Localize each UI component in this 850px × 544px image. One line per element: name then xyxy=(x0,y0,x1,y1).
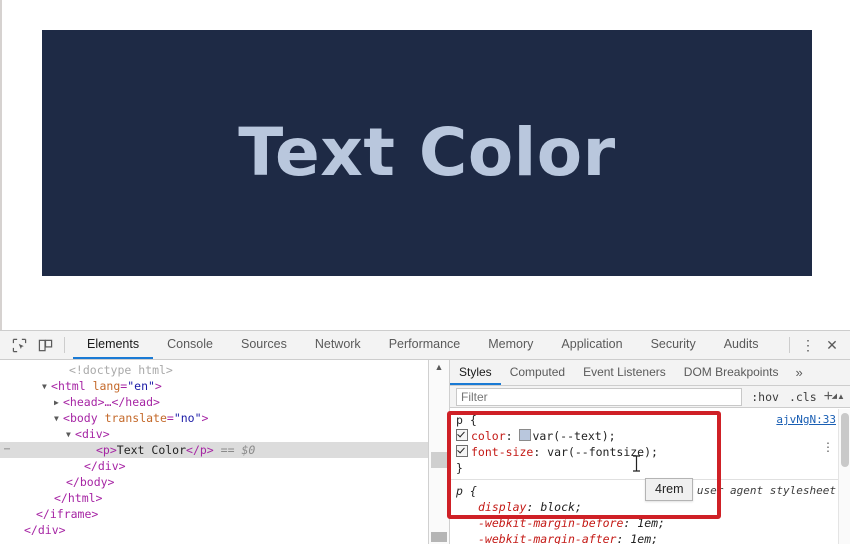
styles-pane: Styles Computed Event Listeners DOM Brea… xyxy=(450,360,850,544)
tab-audits[interactable]: Audits xyxy=(710,331,773,359)
hov-toggle-button[interactable]: :hov xyxy=(746,390,784,404)
dom-text-node: Text Color xyxy=(116,443,187,457)
more-tabs-icon[interactable]: » xyxy=(787,360,810,385)
styles-filter-row: :hov .cls + ◢ ▲ xyxy=(450,386,850,408)
chevron-down-icon: ◢ xyxy=(831,392,837,400)
expand-triangle-icon[interactable]: ▼ xyxy=(66,427,75,443)
devtools-toolbar: Elements Console Sources Network Perform… xyxy=(0,331,850,360)
tab-network[interactable]: Network xyxy=(301,331,375,359)
close-icon[interactable]: ✕ xyxy=(820,333,844,357)
dom-row[interactable]: ▼ <body translate="no"> xyxy=(0,410,428,426)
devtools-panel: Elements Console Sources Network Perform… xyxy=(0,330,850,544)
css-declaration[interactable]: font-size: var(--fontsize); xyxy=(456,444,850,460)
new-style-rule-button[interactable]: + ◢ xyxy=(822,388,837,404)
tab-application[interactable]: Application xyxy=(547,331,636,359)
device-toolbar-icon[interactable] xyxy=(32,331,58,359)
expand-triangle-icon[interactable]: ▼ xyxy=(54,411,63,427)
devtools-body: <!doctype html> ▼ <html lang="en"> ▶ <head… xyxy=(0,360,850,544)
dom-row[interactable]: ▼ <div> xyxy=(0,426,428,442)
hero-banner: Text Color xyxy=(42,30,812,276)
tab-console[interactable]: Console xyxy=(153,331,227,359)
tab-elements[interactable]: Elements xyxy=(73,331,154,359)
scrollbar-thumb[interactable] xyxy=(431,452,447,468)
expand-triangle-icon[interactable]: ▼ xyxy=(42,379,51,395)
tab-security[interactable]: Security xyxy=(637,331,710,359)
css-declaration[interactable]: color: var(--text); xyxy=(456,428,850,444)
devtools-tab-strip: Elements Console Sources Network Perform… xyxy=(73,331,783,359)
rule-source-link[interactable]: ajvNgN:33 xyxy=(776,412,836,428)
row-overflow-dots[interactable]: ⋯ xyxy=(4,442,11,458)
dom-row[interactable]: </body> xyxy=(0,474,428,490)
hero-heading: Text Color xyxy=(238,114,616,191)
selected-node-ref: == $0 xyxy=(220,443,256,457)
dom-row[interactable]: </iframe> xyxy=(0,506,428,522)
dom-row[interactable]: ▶ <head>…</head> xyxy=(0,394,428,410)
css-declaration: display: block; xyxy=(478,500,582,514)
tab-dom-breakpoints[interactable]: DOM Breakpoints xyxy=(675,360,788,385)
toolbar-divider xyxy=(64,337,65,353)
tab-computed[interactable]: Computed xyxy=(501,360,574,385)
declaration-checkbox[interactable] xyxy=(456,429,468,441)
dom-doctype: <!doctype html> xyxy=(69,363,173,377)
styles-tab-strip: Styles Computed Event Listeners DOM Brea… xyxy=(450,360,850,386)
dom-vertical-scrollbar[interactable]: ▲ xyxy=(428,360,450,544)
color-swatch[interactable] xyxy=(519,429,532,441)
styles-vertical-scrollbar[interactable] xyxy=(838,409,850,544)
declaration-checkbox[interactable] xyxy=(456,445,468,457)
dom-horizontal-scrollbar[interactable] xyxy=(0,535,428,544)
text-cursor-icon xyxy=(632,455,641,472)
styles-scroll-up-arrow-icon[interactable]: ▲ xyxy=(836,392,846,401)
cls-toggle-button[interactable]: .cls xyxy=(784,390,822,404)
dom-row-selected[interactable]: ⋯ <p>Text Color</p> == $0 xyxy=(0,442,428,458)
tab-performance[interactable]: Performance xyxy=(375,331,475,359)
dom-head-node: <head>…</head> xyxy=(63,395,160,409)
tab-sources[interactable]: Sources xyxy=(227,331,301,359)
more-options-icon[interactable]: ⋮ xyxy=(796,333,820,357)
scrollbar-thumb-lower[interactable] xyxy=(431,532,447,542)
dom-tree: <!doctype html> ▼ <html lang="en"> ▶ <head… xyxy=(0,360,428,538)
dom-row[interactable]: <!doctype html> xyxy=(0,362,428,378)
dom-row[interactable]: </html> xyxy=(0,490,428,506)
rule-origin-label: user agent stylesheet xyxy=(696,484,836,497)
rule-more-options-icon[interactable]: ⋮ xyxy=(822,441,834,453)
toolbar-divider-right xyxy=(789,337,790,353)
browser-viewport: Text Color xyxy=(0,0,850,330)
rule-closing-brace: } xyxy=(456,461,463,475)
filter-input[interactable] xyxy=(456,387,743,406)
css-declaration: -webkit-margin-after: 1em; xyxy=(478,532,659,544)
scroll-up-arrow-icon[interactable]: ▲ xyxy=(429,362,449,372)
tab-styles[interactable]: Styles xyxy=(450,360,501,385)
tab-memory[interactable]: Memory xyxy=(474,331,547,359)
css-rule-author[interactable]: ajvNgN:33 p { color: var(--text); font-s… xyxy=(450,409,850,480)
dom-row[interactable]: </div> xyxy=(0,458,428,474)
css-rules-list: ajvNgN:33 p { color: var(--text); font-s… xyxy=(450,409,850,544)
scrollbar-thumb[interactable] xyxy=(841,413,849,467)
dom-tree-pane[interactable]: <!doctype html> ▼ <html lang="en"> ▶ <head… xyxy=(0,360,428,544)
inspect-element-icon[interactable] xyxy=(6,331,32,359)
dom-row[interactable]: ▼ <html lang="en"> xyxy=(0,378,428,394)
css-declaration: -webkit-margin-before: 1em; xyxy=(478,516,665,530)
tab-event-listeners[interactable]: Event Listeners xyxy=(574,360,675,385)
value-tooltip: 4rem xyxy=(645,478,694,501)
collapse-triangle-icon[interactable]: ▶ xyxy=(54,395,63,411)
devtools-toolbar-actions: ⋮ ✕ xyxy=(783,331,850,359)
